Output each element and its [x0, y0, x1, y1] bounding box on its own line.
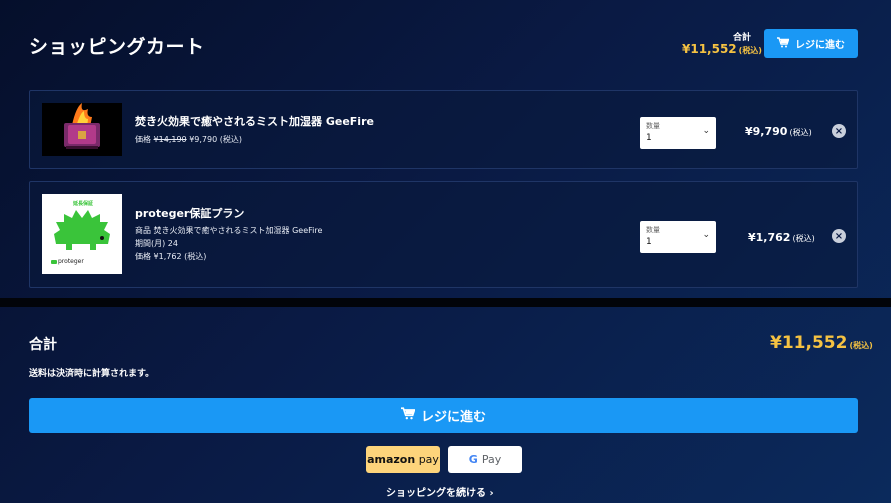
original-price: ¥14,190	[153, 135, 187, 144]
chevron-down-icon: ⌄	[702, 126, 710, 136]
line-total-value: ¥1,762	[748, 231, 791, 244]
item-price-line: 価格 ¥1,762 (税込)	[135, 252, 207, 261]
remove-item-button[interactable]: ×	[832, 229, 846, 243]
quantity-select[interactable]: 数量 1 ⌄	[640, 117, 716, 149]
cart-icon	[400, 407, 416, 424]
summary-total: ¥11,552 (税込)	[770, 333, 873, 353]
cart-icon	[777, 36, 790, 51]
continue-shopping-link[interactable]: ショッピングを続ける ›	[386, 484, 494, 499]
item-name[interactable]: proteger保証プラン	[135, 205, 244, 221]
product-image	[42, 103, 122, 156]
amazon-pay-button[interactable]: amazon pay	[366, 446, 440, 473]
line-tax-note: (税込)	[789, 128, 812, 137]
header-total-value: ¥11,552	[682, 42, 737, 56]
header-checkout-button[interactable]: レジに進む	[764, 29, 858, 58]
summary-total-label: 合計	[29, 337, 57, 353]
google-icon: G	[468, 453, 478, 466]
quantity-value: 1	[646, 237, 652, 247]
product-image: 延長保証 proteger	[42, 194, 122, 274]
cart-header: ショッピングカート 合計 ¥11,552 (税込) レジに進む	[0, 0, 891, 85]
header-checkout-label: レジに進む	[795, 40, 845, 51]
remove-item-button[interactable]: ×	[832, 124, 846, 138]
checkout-button[interactable]: レジに進む	[29, 398, 858, 433]
chevron-down-icon: ⌄	[702, 230, 710, 240]
quantity-select[interactable]: 数量 1 ⌄	[640, 221, 716, 253]
quantity-value: 1	[646, 133, 652, 143]
line-total-value: ¥9,790	[745, 125, 788, 138]
price-prefix: 価格	[135, 135, 151, 144]
close-icon: ×	[834, 230, 844, 242]
header-total: ¥11,552 (税込)	[682, 42, 762, 56]
thumb-caption: 延長保証	[73, 201, 94, 207]
item-price-line: 価格 ¥14,190 ¥9,790 (税込)	[135, 134, 242, 145]
line-tax-note: (税込)	[792, 234, 815, 243]
quantity-label: 数量	[646, 122, 660, 130]
continue-shopping-label: ショッピングを続ける	[386, 488, 486, 499]
close-icon: ×	[834, 125, 844, 137]
sale-price: ¥9,790 (税込)	[189, 135, 242, 144]
item-product-line: 商品 焚き火効果で癒やされるミスト加湿器 GeeFire	[135, 226, 323, 235]
amazon-pay-brand: amazon	[367, 453, 416, 466]
quantity-label: 数量	[646, 226, 660, 234]
line-total: ¥9,790 (税込)	[745, 125, 812, 138]
shipping-note: 送料は決済時に計算されます。	[29, 369, 155, 379]
line-total: ¥1,762 (税込)	[748, 231, 815, 244]
chevron-right-icon: ›	[489, 488, 494, 499]
amazon-pay-label: pay	[418, 453, 439, 466]
thumb-brand: proteger	[58, 258, 84, 265]
google-pay-button[interactable]: G Pay	[448, 446, 522, 473]
item-name[interactable]: 焚き火効果で癒やされるミスト加湿器 GeeFire	[135, 113, 374, 129]
header-tax-note: (税込)	[738, 46, 762, 55]
checkout-label: レジに進む	[420, 410, 486, 425]
summary-tax-note: (税込)	[849, 341, 873, 350]
summary-total-value: ¥11,552	[770, 333, 848, 353]
page-title: ショッピングカート	[29, 36, 205, 58]
google-pay-label: Pay	[481, 453, 502, 466]
item-period-line: 期間(月) 24	[135, 239, 178, 248]
cart-item: 延長保証 proteger proteger保証プラン 商品 焚き火効果で癒やさ…	[29, 181, 858, 288]
cart-item: 焚き火効果で癒やされるミスト加湿器 GeeFire 価格 ¥14,190 ¥9,…	[29, 90, 858, 169]
section-divider	[0, 298, 891, 307]
